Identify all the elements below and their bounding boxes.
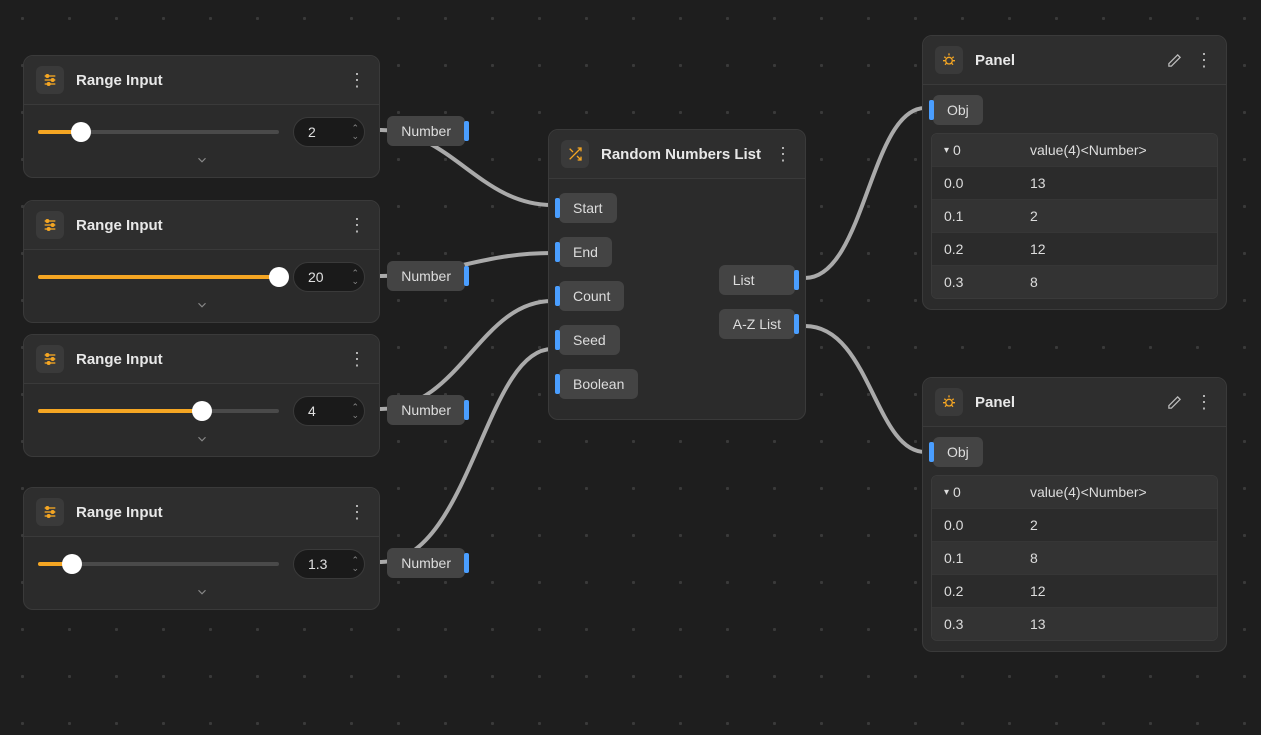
port-label: Number [401,402,451,418]
table-row: 0.212 [932,232,1217,265]
range-input-node[interactable]: Range Input ⋮ 1.3 ⌃⌄ Number [23,487,380,610]
range-slider[interactable] [38,402,279,420]
range-input-node[interactable]: Range Input ⋮ 2 ⌃⌄ Number [23,55,380,178]
range-slider[interactable] [38,123,279,141]
port-label: Start [573,200,603,216]
node-title: Range Input [76,504,347,521]
table-row: 0.12 [932,199,1217,232]
input-port-count[interactable]: Count [559,281,624,311]
more-icon[interactable]: ⋮ [1194,50,1214,70]
stepper[interactable]: ⌃⌄ [351,262,359,292]
input-port-seed[interactable]: Seed [559,325,620,355]
port-label: List [733,272,755,288]
expand-button[interactable] [38,579,365,603]
more-icon[interactable]: ⋮ [773,144,793,164]
stepper[interactable]: ⌃⌄ [351,549,359,579]
expand-button[interactable] [38,292,365,316]
input-port-obj[interactable]: Obj [933,437,983,467]
range-slider[interactable] [38,555,279,573]
input-port-boolean[interactable]: Boolean [559,369,638,399]
more-icon[interactable]: ⋮ [347,349,367,369]
table-col-1[interactable]: value(4)<Number> [1018,134,1159,166]
input-port-end[interactable]: End [559,237,612,267]
input-port-start[interactable]: Start [559,193,617,223]
output-port-az-list[interactable]: A-Z List [719,309,795,339]
more-icon[interactable]: ⋮ [1194,392,1214,412]
port-label: Obj [947,444,969,460]
port-label: End [573,244,598,260]
port-label: A-Z List [733,316,781,332]
bug-icon [935,388,963,416]
table-row: 0.313 [932,607,1217,640]
bug-icon [935,46,963,74]
table-col-0[interactable]: ▾0 [932,134,1018,166]
table-col-1[interactable]: value(4)<Number> [1018,476,1159,508]
range-input-node[interactable]: Range Input ⋮ 4 ⌃⌄ Number [23,334,380,457]
range-input-node[interactable]: Range Input ⋮ 20 ⌃⌄ Number [23,200,380,323]
output-port-list[interactable]: List [719,265,795,295]
input-port-obj[interactable]: Obj [933,95,983,125]
random-numbers-list-node[interactable]: Random Numbers List ⋮ Start End Count Se… [548,129,806,420]
expand-button[interactable] [38,426,365,450]
panel-table: ▾0 value(4)<Number> 0.013 0.12 0.212 0.3… [931,133,1218,299]
table-row: 0.38 [932,265,1217,298]
output-port-number[interactable]: Number [387,395,465,425]
port-label: Number [401,268,451,284]
more-icon[interactable]: ⋮ [347,70,367,90]
sliders-icon [36,345,64,373]
more-icon[interactable]: ⋮ [347,502,367,522]
stepper[interactable]: ⌃⌄ [351,117,359,147]
port-label: Number [401,123,451,139]
port-label: Boolean [573,376,624,392]
output-port-number[interactable]: Number [387,116,465,146]
node-title: Range Input [76,217,347,234]
node-title: Range Input [76,351,347,368]
table-row: 0.212 [932,574,1217,607]
table-row: 0.18 [932,541,1217,574]
more-icon[interactable]: ⋮ [347,215,367,235]
table-row: 0.02 [932,508,1217,541]
shuffle-icon [561,140,589,168]
panel-node[interactable]: Panel ⋮ Obj ▾0 value(4)<Number> 0.02 0.1… [922,377,1227,652]
node-title: Panel [975,52,1164,69]
stepper[interactable]: ⌃⌄ [351,396,359,426]
port-label: Count [573,288,610,304]
sliders-icon [36,498,64,526]
port-label: Obj [947,102,969,118]
expand-button[interactable] [38,147,365,171]
port-label: Number [401,555,451,571]
node-title: Random Numbers List [601,146,773,163]
edit-icon[interactable] [1164,50,1184,70]
panel-node[interactable]: Panel ⋮ Obj ▾0 value(4)<Number> 0.013 0.… [922,35,1227,310]
table-row: 0.013 [932,166,1217,199]
node-title: Panel [975,394,1164,411]
node-title: Range Input [76,72,347,89]
sliders-icon [36,211,64,239]
output-port-number[interactable]: Number [387,548,465,578]
port-label: Seed [573,332,606,348]
range-slider[interactable] [38,268,279,286]
sliders-icon [36,66,64,94]
panel-table: ▾0 value(4)<Number> 0.02 0.18 0.212 0.31… [931,475,1218,641]
output-port-number[interactable]: Number [387,261,465,291]
edit-icon[interactable] [1164,392,1184,412]
table-col-0[interactable]: ▾0 [932,476,1018,508]
